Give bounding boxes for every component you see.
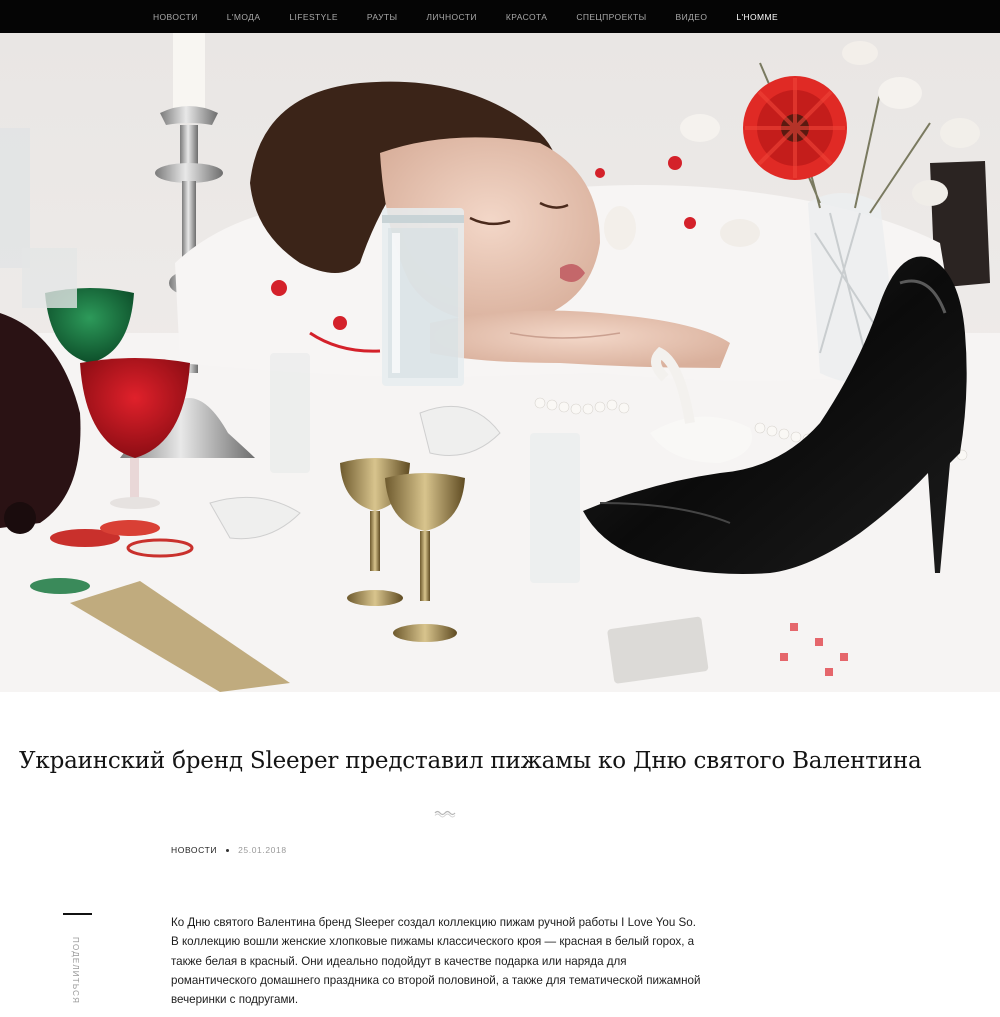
nav-item-lifestyle[interactable]: LIFESTYLE <box>289 12 337 22</box>
hero-photo-illustration <box>0 33 1000 692</box>
top-navigation: НОВОСТИ L'МОДА LIFESTYLE РАУТЫ ЛИЧНОСТИ … <box>0 0 1000 33</box>
share-divider <box>63 913 92 915</box>
article-meta: НОВОСТИ 25.01.2018 <box>171 845 287 855</box>
nav-item-beauty[interactable]: КРАСОТА <box>506 12 547 22</box>
meta-separator-dot <box>226 848 230 852</box>
article-date: 25.01.2018 <box>238 845 287 855</box>
nav-item-special-projects[interactable]: СПЕЦПРОЕКТЫ <box>576 12 646 22</box>
nav-item-news[interactable]: НОВОСТИ <box>153 12 198 22</box>
nav-menu: НОВОСТИ L'МОДА LIFESTYLE РАУТЫ ЛИЧНОСТИ … <box>153 0 807 33</box>
nav-item-personalities[interactable]: ЛИЧНОСТИ <box>426 12 476 22</box>
hero-image <box>0 33 1000 692</box>
nav-item-lhomme[interactable]: L'HOMME <box>736 12 778 22</box>
nav-item-video[interactable]: ВИДЕО <box>676 12 708 22</box>
share-button[interactable]: ПОДЕЛИТЬСЯ <box>71 937 80 1004</box>
article-category-link[interactable]: НОВОСТИ <box>171 845 217 855</box>
wave-divider-icon <box>434 810 456 818</box>
article-title: Украинский бренд Sleeper представил пижа… <box>19 748 922 774</box>
nav-item-lmoda[interactable]: L'МОДА <box>227 12 261 22</box>
article-body: Ко Дню святого Валентина бренд Sleeper с… <box>171 916 701 1007</box>
nav-item-rauty[interactable]: РАУТЫ <box>367 12 398 22</box>
